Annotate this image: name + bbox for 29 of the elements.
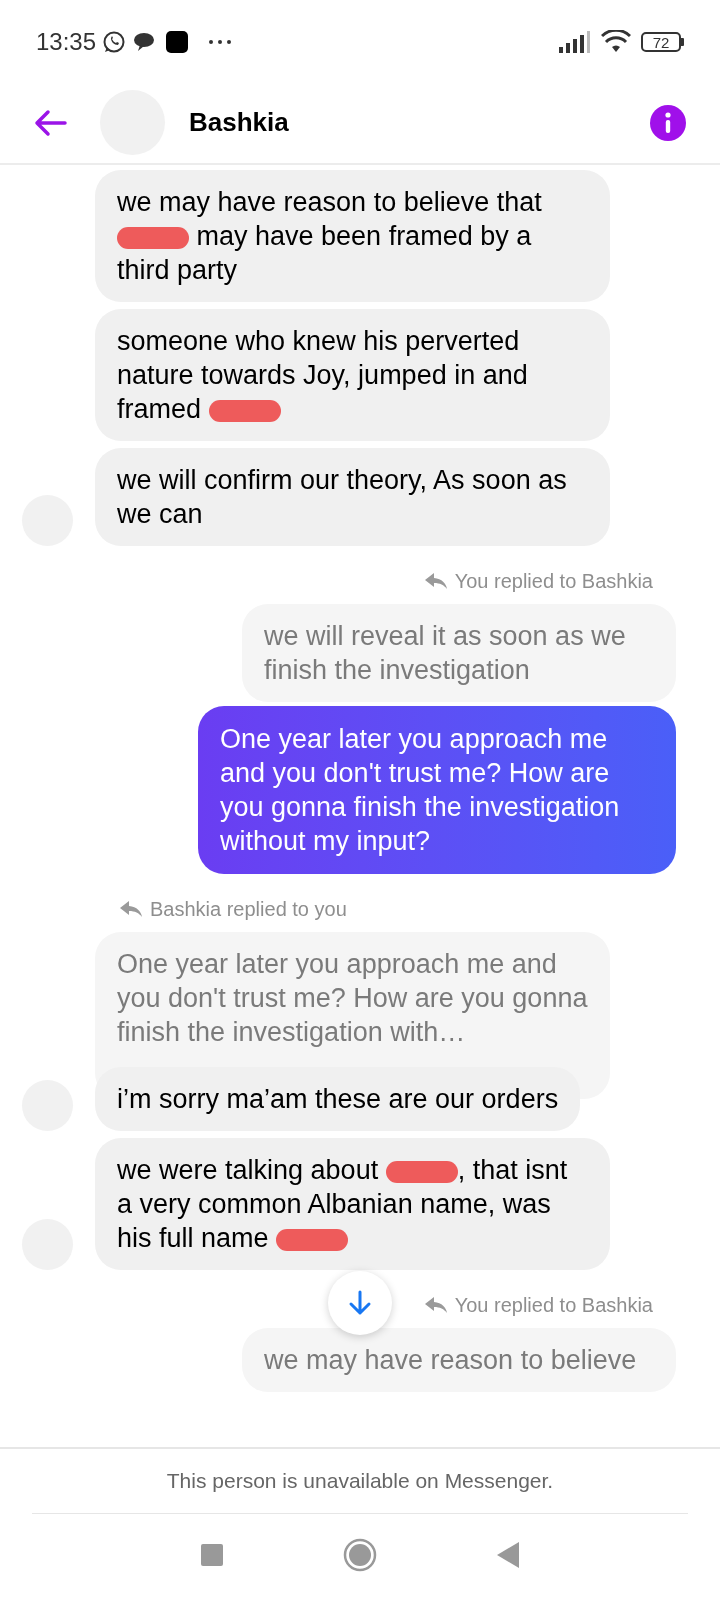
quoted-message: we may have reason to believe [242,1328,676,1392]
battery-indicator: 72 [641,32,684,52]
reply-icon [424,1297,447,1313]
sent-message: One year later you approach me and you don't trust me? How are you gonna finish the investigation without my input? [198,706,676,874]
received-message: we may have reason to believe that may have been framed by a third party [95,170,610,302]
chat-bubble-icon [132,31,157,53]
down-arrow-icon [347,1289,373,1317]
signal-icon [559,31,591,53]
reply-label: You replied to Bashkia [454,569,653,594]
wifi-icon [601,30,631,54]
scroll-down-button[interactable] [328,1271,392,1335]
unavailable-notice: This person is unavailable on Messenger. [166,1468,554,1495]
received-message: we were talking about , that isnt a very common Albanian name, was his full name [95,1138,610,1270]
reply-icon [424,573,447,589]
back-nav-button[interactable] [497,1542,519,1568]
more-icon [208,39,233,45]
whatsapp-icon [102,30,127,54]
info-icon[interactable] [650,104,686,141]
received-message: someone who knew his perverted nature towards Joy, jumped in and framed [95,309,610,441]
home-button[interactable] [343,1538,377,1572]
received-message: we will confirm our theory, As soon as we can [95,448,610,546]
app-icon [166,31,189,53]
quoted-message: we will reveal it as soon as we finish the investigation [242,604,676,702]
contact-name[interactable]: Bashkia [189,103,650,142]
reply-label: You replied to Bashkia [454,1293,653,1318]
received-message: i’m sorry ma’am these are our orders [95,1067,581,1131]
reply-label: Bashkia replied to you [150,897,347,922]
reply-icon [120,901,142,917]
status-time: 13:35 [36,27,97,57]
